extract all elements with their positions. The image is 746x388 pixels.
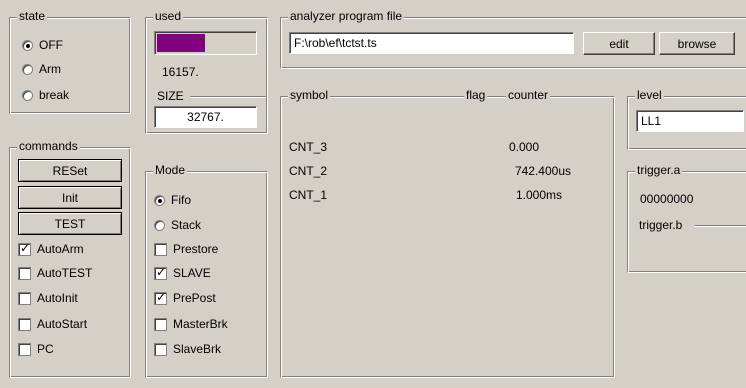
slave-checkbox[interactable]: SLAVE <box>154 265 211 280</box>
reset-label: RESet <box>52 163 88 178</box>
checkbox-empty-icon <box>154 317 167 331</box>
radio-selected-icon <box>22 39 33 51</box>
trigger-b-divider <box>695 225 746 227</box>
used-value: 16157. <box>162 65 199 79</box>
stack-radio[interactable]: Stack <box>154 218 201 232</box>
mode-title: Mode <box>153 163 188 177</box>
radio-selected-icon <box>154 194 165 206</box>
symbol-group: symbol flag counter CNT_3 0.000 CNT_2 74… <box>280 88 615 378</box>
radio-empty-icon <box>154 219 165 231</box>
commands-group: commands RESet Init TEST AutoArm AutoTES… <box>9 139 131 378</box>
slavebrk-checkbox[interactable]: SlaveBrk <box>154 342 221 356</box>
prepost-checkbox[interactable]: PrePost <box>154 290 216 305</box>
radio-empty-icon <box>22 63 33 75</box>
row-counter: 1.000ms <box>515 188 562 202</box>
checkbox-checked-icon <box>154 265 167 280</box>
used-progress-bar <box>154 31 257 55</box>
table-row[interactable]: CNT_3 0.000 <box>280 138 615 156</box>
test-button[interactable]: TEST <box>18 212 122 235</box>
prestore-label: Prestore <box>173 242 219 256</box>
pc-checkbox[interactable]: PC <box>18 342 54 356</box>
state-off-radio[interactable]: OFF <box>22 38 63 52</box>
size-field: 32767. <box>154 106 257 128</box>
row-symbol: CNT_2 <box>289 164 328 178</box>
level-value: LL1 <box>641 114 662 128</box>
level-input[interactable]: LL1 <box>636 110 744 132</box>
table-row[interactable]: CNT_2 742.400us <box>280 162 615 180</box>
browse-button[interactable]: browse <box>659 32 735 55</box>
col-counter-header: counter <box>506 88 551 102</box>
autostart-label: AutoStart <box>37 317 88 331</box>
autoinit-checkbox[interactable]: AutoInit <box>18 291 78 305</box>
row-symbol: CNT_3 <box>289 140 328 154</box>
autoarm-checkbox[interactable]: AutoArm <box>18 241 84 256</box>
trigger-a-title: trigger.a <box>635 163 683 177</box>
prepost-label: PrePost <box>173 291 216 305</box>
trigger-b-title: trigger.b <box>637 218 685 232</box>
prestore-checkbox[interactable]: Prestore <box>154 242 218 256</box>
masterbrk-label: MasterBrk <box>173 317 228 331</box>
reset-button[interactable]: RESet <box>18 159 122 182</box>
init-button[interactable]: Init <box>18 186 122 209</box>
state-title: state <box>17 9 48 23</box>
col-symbol-header: symbol <box>288 88 331 102</box>
autotest-checkbox[interactable]: AutoTEST <box>18 266 92 280</box>
checkbox-empty-icon <box>18 266 31 280</box>
trigger-group: trigger.a 00000000 trigger.b <box>627 163 746 273</box>
analyzer-file-input[interactable]: F:\rob\ef\tctst.ts <box>289 32 574 54</box>
level-title: level <box>635 88 664 102</box>
analyzer-program-group: analyzer program file F:\rob\ef\tctst.ts… <box>280 9 746 69</box>
size-divider <box>190 96 266 98</box>
state-break-radio[interactable]: break <box>22 88 69 102</box>
level-group: level LL1 <box>627 88 746 150</box>
size-title: SIZE <box>155 89 186 103</box>
test-label: TEST <box>54 216 86 231</box>
checkbox-checked-icon <box>18 241 31 256</box>
trigger-a-value: 00000000 <box>640 192 694 206</box>
checkbox-empty-icon <box>18 291 31 305</box>
checkbox-empty-icon <box>18 317 31 331</box>
stack-label: Stack <box>171 218 202 232</box>
analyzer-file-value: F:\rob\ef\tctst.ts <box>294 36 377 50</box>
checkbox-empty-icon <box>154 342 167 356</box>
fifo-radio[interactable]: Fifo <box>154 193 191 207</box>
size-value: 32767. <box>187 110 224 124</box>
autotest-label: AutoTEST <box>37 266 93 280</box>
autoarm-label: AutoArm <box>37 242 84 256</box>
row-counter: 0.000 <box>508 140 539 154</box>
state-arm-label: Arm <box>39 62 61 76</box>
slavebrk-label: SlaveBrk <box>173 342 222 356</box>
used-group: used 16157. SIZE 32767. <box>145 9 268 134</box>
state-arm-radio[interactable]: Arm <box>22 62 61 76</box>
checkbox-empty-icon <box>154 242 167 256</box>
col-flag-header: flag <box>464 88 488 102</box>
edit-label: edit <box>609 36 629 51</box>
radio-empty-icon <box>22 89 33 101</box>
autoinit-label: AutoInit <box>37 291 78 305</box>
analyzer-title: analyzer program file <box>288 9 405 23</box>
browse-label: browse <box>677 36 717 51</box>
checkbox-checked-icon <box>154 290 167 305</box>
commands-title: commands <box>17 139 80 153</box>
mode-group: Mode Fifo Stack Prestore SLAVE PrePost M… <box>145 163 268 378</box>
pc-label: PC <box>37 342 54 356</box>
autostart-checkbox[interactable]: AutoStart <box>18 317 87 331</box>
edit-button[interactable]: edit <box>583 32 655 55</box>
init-label: Init <box>61 190 78 205</box>
state-off-label: OFF <box>39 38 63 52</box>
row-symbol: CNT_1 <box>289 188 328 202</box>
masterbrk-checkbox[interactable]: MasterBrk <box>154 317 228 331</box>
state-break-label: break <box>39 88 70 102</box>
state-group: state OFF Arm break <box>9 9 131 114</box>
checkbox-empty-icon <box>18 342 31 356</box>
slave-label: SLAVE <box>173 266 211 280</box>
used-title: used <box>153 9 184 23</box>
row-counter: 742.400us <box>514 164 571 178</box>
fifo-label: Fifo <box>171 193 192 207</box>
table-row[interactable]: CNT_1 1.000ms <box>280 186 615 204</box>
used-progress-fill <box>157 34 205 52</box>
